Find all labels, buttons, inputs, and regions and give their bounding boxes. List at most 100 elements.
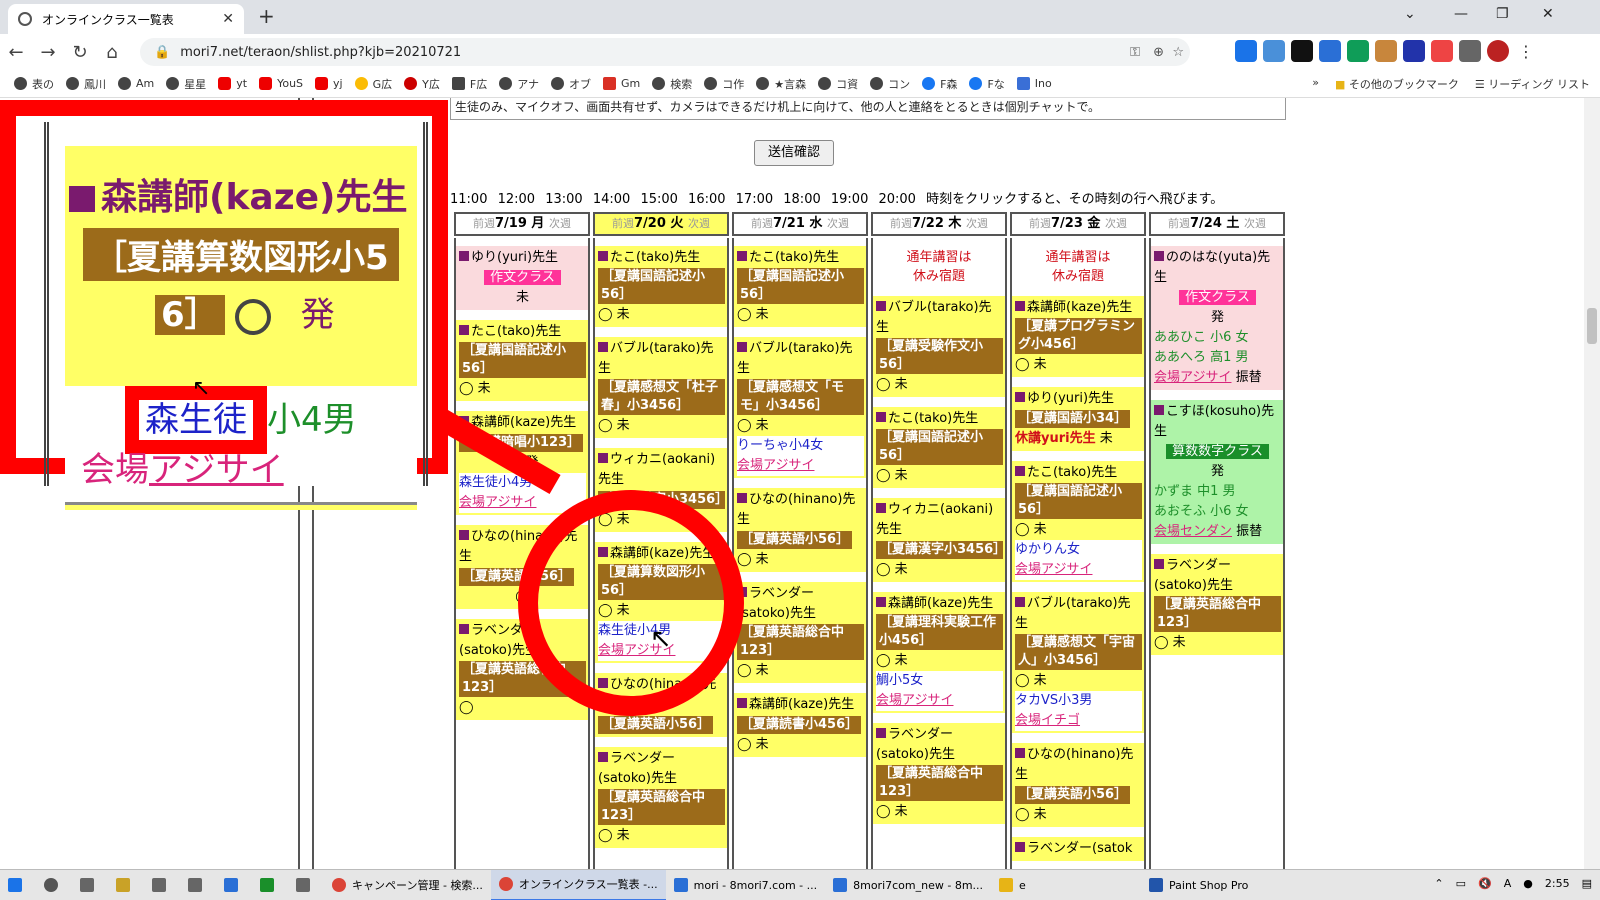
bookmark[interactable]: 表の (14, 76, 54, 92)
time-link[interactable]: 11:00 (450, 192, 487, 207)
time-link[interactable]: 12:00 (498, 192, 535, 207)
class-cell[interactable]: たこ(tako)先生 ［夏講国語記述小56］ ◯ 未 (456, 320, 588, 401)
maximize-icon[interactable]: ❐ (1496, 6, 1509, 22)
venue-link[interactable]: 会場イチゴ (1015, 713, 1080, 728)
volume-mute-icon[interactable]: 🔇 (1478, 877, 1492, 890)
class-cell[interactable]: たこ(tako)先生 ［夏講国語記述小56］ ◯ 未 ゆかりん女 会場アジサイ (1012, 461, 1144, 582)
app-tray-icon[interactable]: ● (1523, 877, 1533, 890)
prev-week-link[interactable]: 前週 (890, 217, 912, 230)
student-entry[interactable]: ああひこ 小6 女 (1154, 330, 1249, 345)
reading-list[interactable]: ☰ リーディング リスト (1475, 76, 1590, 92)
browser-tab[interactable]: オンラインクラス一覧表 ✕ (8, 4, 244, 34)
class-cell[interactable]: ラベンダー(satoko)先生 ［夏講英語総合中123］ ◯ 未 (595, 747, 727, 848)
bookmark[interactable]: yj (315, 77, 343, 90)
pinned-app[interactable] (288, 870, 324, 900)
bookmark[interactable]: ★言森 (756, 76, 806, 92)
class-cell[interactable]: たこ(tako)先生 ［夏講国語記述小56］ ◯ 未 (595, 246, 727, 327)
zoom-venue[interactable]: 会場アジサイ (81, 442, 284, 491)
venue-link[interactable]: 会場アジサイ (1015, 562, 1092, 577)
new-tab-button[interactable]: + (258, 4, 275, 28)
reload-icon[interactable]: ↻ (64, 42, 96, 63)
clock[interactable]: 2:55 (1545, 877, 1570, 890)
taskbar-window[interactable]: e (991, 870, 1141, 900)
student-entry[interactable]: りーちゃ小4女 (737, 438, 823, 453)
bookmark[interactable]: yt (218, 77, 247, 90)
pinned-app[interactable] (216, 870, 252, 900)
bookmark[interactable]: 検索 (652, 76, 692, 92)
window-close-icon[interactable]: ✕ (1542, 6, 1554, 22)
megaphone-icon[interactable] (1431, 40, 1453, 62)
taskbar-window[interactable]: Paint Shop Pro (1141, 870, 1256, 900)
class-cell[interactable]: バブル(tarako)先生 ［夏講受験作文小56］ ◯ 未 (873, 296, 1005, 397)
star-icon[interactable]: ☆ (1172, 45, 1184, 60)
forward-icon[interactable]: → (32, 42, 64, 63)
pinned-app[interactable] (180, 870, 216, 900)
notification-icon[interactable]: ▤ (1582, 877, 1592, 890)
taskbar-window[interactable]: 8mori7com_new - 8m... (825, 870, 991, 900)
zoom-icon[interactable]: ⊕ (1153, 45, 1164, 60)
bookmark[interactable]: 星星 (166, 76, 206, 92)
bookmark[interactable]: コ資 (818, 76, 858, 92)
bookmark[interactable]: オブ (550, 76, 591, 92)
class-cell[interactable]: 森講師(kaze)先生 ［夏講プログラミング小456］ ◯ 未 (1012, 296, 1144, 377)
extension-icon[interactable] (1291, 40, 1313, 62)
class-cell[interactable]: ひなの(hinano)先生 ［夏講英語小56］ ◯ 未 (734, 488, 866, 572)
radio-circle-icon[interactable] (234, 298, 271, 335)
prev-week-link[interactable]: 前週 (751, 217, 773, 230)
venue-link[interactable]: 会場アジサイ (737, 458, 814, 473)
close-icon[interactable]: ✕ (222, 11, 234, 27)
back-icon[interactable]: ← (0, 42, 32, 63)
avatar[interactable] (1487, 40, 1509, 62)
bookmark[interactable]: コン (870, 76, 910, 92)
next-week-link[interactable]: 次週 (688, 217, 710, 230)
time-link[interactable]: 16:00 (688, 192, 725, 207)
class-cell[interactable]: ラベンダー(satoko)先生 ［夏講英語総合中123］ ◯ 未 (1151, 554, 1283, 655)
key-icon[interactable]: ⚿ (1130, 45, 1140, 60)
prev-week-link[interactable]: 前週 (1168, 217, 1190, 230)
class-cell[interactable]: ウィカニ(aokani)先生 ［夏講漢字小3456］ ◯ 未 (873, 498, 1005, 582)
time-link[interactable]: 18:00 (783, 192, 820, 207)
student-entry[interactable]: ゆかりん女 (1015, 542, 1080, 557)
prev-week-link[interactable]: 前週 (1029, 217, 1051, 230)
send-confirm-button[interactable]: 送信確認 (754, 140, 834, 166)
class-cell[interactable]: ラベンダー(satoko)先生 ［夏講英語総合中123］ ◯ 未 (734, 582, 866, 683)
chevron-up-icon[interactable]: ⌃ (1434, 877, 1443, 890)
bookmark[interactable]: アナ (499, 76, 539, 92)
next-week-link[interactable]: 次週 (827, 217, 849, 230)
menu-icon[interactable]: ⋮ (1515, 40, 1537, 62)
home-icon[interactable]: ⌂ (96, 42, 128, 63)
venue-link[interactable]: 会場アジサイ (876, 693, 953, 708)
next-week-link[interactable]: 次週 (1244, 217, 1266, 230)
bookmark[interactable]: F広 (451, 76, 487, 92)
taskbar-window[interactable]: オンラインクラス一覧表 -... (490, 869, 666, 900)
taskbar-window[interactable]: キャンペーン管理 - 検索... (324, 870, 491, 900)
class-cell[interactable]: バブル(tarako)先生 ［夏講感想文「モモ」小3456］ ◯ 未 りーちゃ小… (734, 337, 866, 478)
bookmark[interactable]: Ino (1016, 77, 1052, 90)
start-button[interactable] (0, 870, 36, 900)
prev-week-link[interactable]: 前週 (612, 217, 634, 230)
class-cell[interactable]: バブル(tarako)先生 ［夏講感想文「宇宙人」小3456］ ◯ 未 タカVS… (1012, 592, 1144, 733)
class-cell[interactable]: ひなの(hinano)先生 ［夏講英語小56］ ◯ 未 (1012, 743, 1144, 827)
bookmark[interactable]: Fな (969, 76, 1005, 92)
student-entry[interactable]: かずま 中1 男 (1154, 484, 1236, 499)
extension-icon[interactable] (1319, 40, 1341, 62)
time-link[interactable]: 15:00 (640, 192, 677, 207)
prev-week-link[interactable]: 前週 (473, 217, 495, 230)
bookmark[interactable]: コ作 (704, 76, 744, 92)
scrollbar[interactable] (1584, 98, 1600, 869)
venue-link[interactable]: 会場アジサイ (1154, 370, 1231, 385)
student-entry[interactable]: ああへろ 高1 男 (1154, 350, 1249, 365)
search-button[interactable] (36, 870, 72, 900)
extension-icon[interactable] (1235, 40, 1257, 62)
pinned-app[interactable] (252, 870, 288, 900)
class-cell[interactable]: 森講師(kaze)先生 ［夏講理科実験工作小456］ ◯ 未 鯛小5女 会場アジサ… (873, 592, 1005, 713)
bookmark[interactable]: Y広 (404, 76, 440, 92)
time-link[interactable]: 14:00 (593, 192, 630, 207)
student-entry[interactable]: あおそふ 小6 女 (1154, 504, 1249, 519)
bookmark[interactable]: Gm (602, 77, 640, 90)
bookmark[interactable]: F森 (922, 76, 957, 92)
scrollbar-thumb[interactable] (1587, 308, 1597, 344)
bookmark[interactable]: 鳳川 (66, 76, 106, 92)
address-bar[interactable]: 🔒 mori7.net/teraon/shlist.php?kjb=202107… (140, 38, 1190, 66)
class-cell[interactable]: ののはな(yuta)先生 作文クラス発 ああひこ 小6 女 ああへろ 高1 男 … (1151, 246, 1283, 390)
